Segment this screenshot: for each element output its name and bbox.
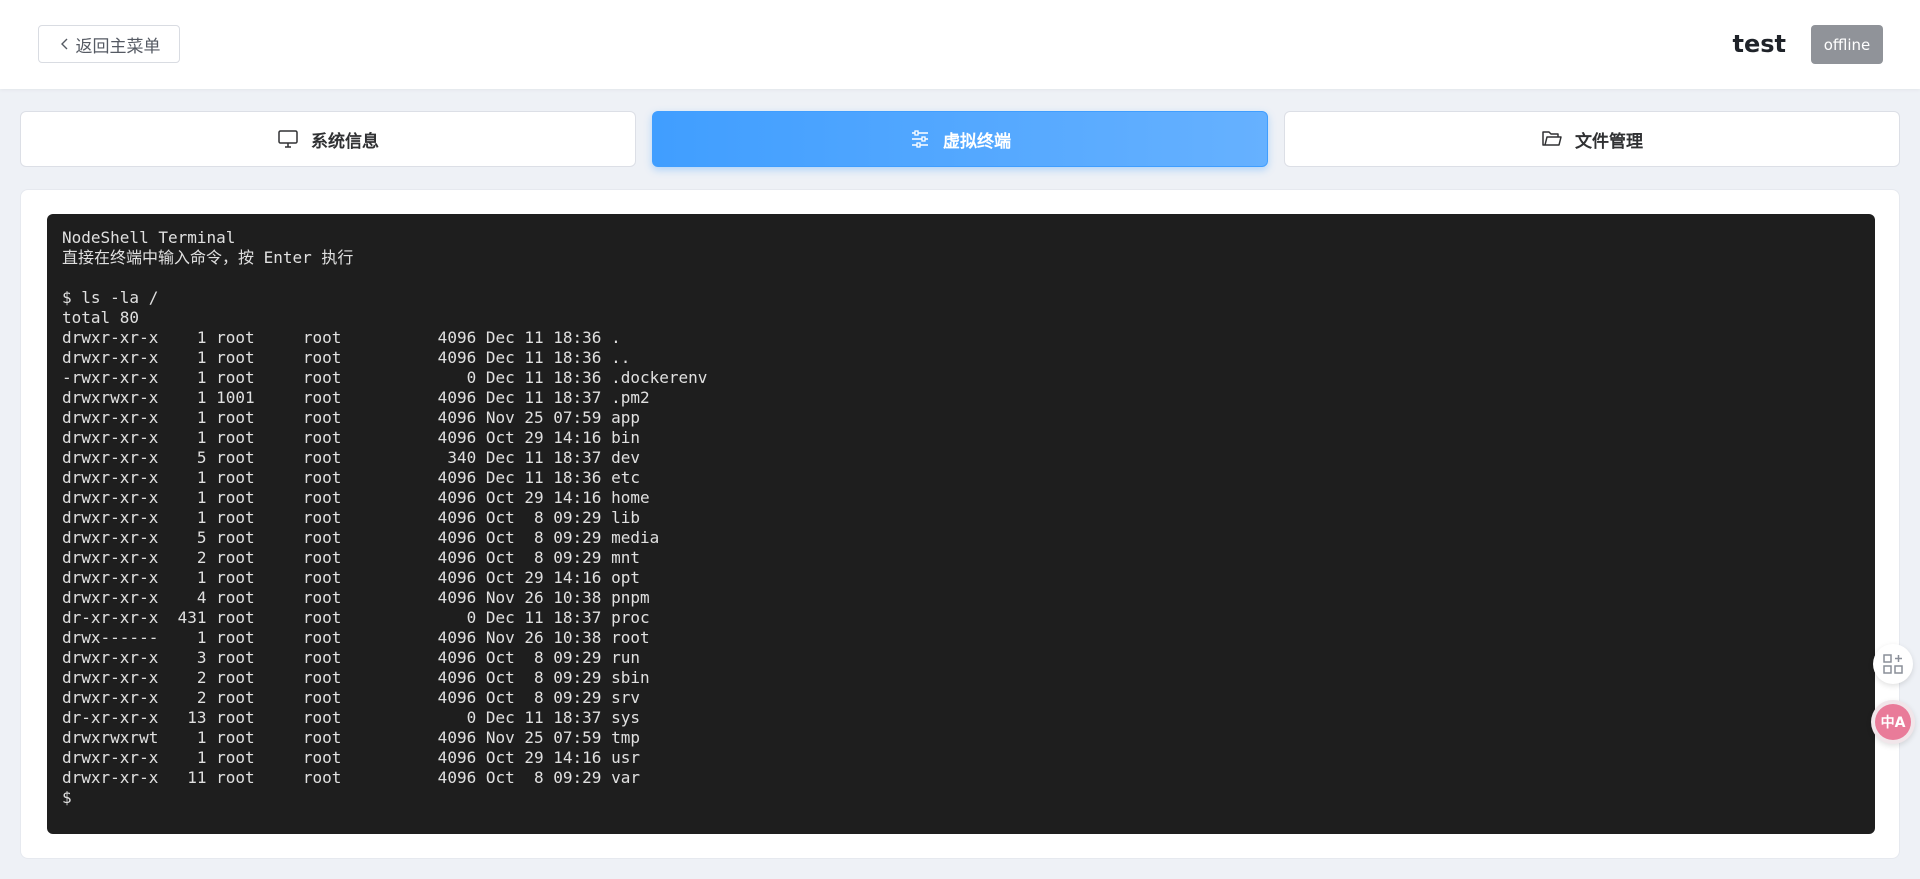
tab-label: 系统信息 — [311, 131, 379, 152]
tab-bar: 系统信息 虚拟终端 文件管理 — [20, 111, 1900, 167]
terminal-line: drwxr-xr-x 1 root root 4096 Dec 11 18:36… — [62, 328, 621, 347]
translate-icon: 中A — [1875, 704, 1911, 740]
folder-icon — [1542, 131, 1562, 146]
terminal-line: drwxr-xr-x 1 root root 4096 Oct 8 09:29 … — [62, 508, 640, 527]
server-name: test — [1732, 30, 1786, 58]
terminal-line: drwxr-xr-x 2 root root 4096 Oct 8 09:29 … — [62, 688, 640, 707]
terminal-line: drwxr-xr-x 1 root root 4096 Nov 25 07:59… — [62, 408, 640, 427]
tab-label: 虚拟终端 — [943, 131, 1011, 152]
terminal-line: drwxr-xr-x 1 root root 4096 Oct 29 14:16… — [62, 568, 640, 587]
terminal-line: drwxr-xr-x 1 root root 4096 Oct 29 14:16… — [62, 428, 640, 447]
add-apps-button[interactable] — [1873, 644, 1913, 684]
add-apps-icon — [1883, 654, 1903, 674]
tab-system-info[interactable]: 系统信息 — [20, 111, 636, 167]
terminal-line: $ ls -la / — [62, 288, 159, 307]
app-header: 返回主菜单 test offline — [0, 0, 1920, 89]
terminal-line: drwxrwxrwt 1 root root 4096 Nov 25 07:59… — [62, 728, 640, 747]
terminal-line: 直接在终端中输入命令，按 Enter 执行 — [62, 248, 354, 267]
terminal-panel: NodeShell Terminal 直接在终端中输入命令，按 Enter 执行 $… — [20, 189, 1900, 859]
tab-file-manager[interactable]: 文件管理 — [1284, 111, 1900, 167]
back-to-menu-button[interactable]: 返回主菜单 — [38, 25, 180, 63]
terminal-line: drwxr-xr-x 3 root root 4096 Oct 8 09:29 … — [62, 648, 640, 667]
terminal-line: drwxr-xr-x 1 root root 4096 Dec 11 18:36… — [62, 468, 640, 487]
tab-virtual-terminal[interactable]: 虚拟终端 — [652, 111, 1268, 167]
terminal-line: -rwxr-xr-x 1 root root 0 Dec 11 18:36 .d… — [62, 368, 708, 387]
translate-button[interactable]: 中A — [1871, 700, 1915, 744]
monitor-icon — [278, 130, 298, 148]
terminal-line: drwxr-xr-x 4 root root 4096 Nov 26 10:38… — [62, 588, 650, 607]
terminal-line: drwxr-xr-x 1 root root 4096 Oct 29 14:16… — [62, 488, 650, 507]
terminal-line: dr-xr-xr-x 13 root root 0 Dec 11 18:37 s… — [62, 708, 640, 727]
chevron-left-icon — [60, 38, 67, 50]
terminal-line: drwxrwxr-x 1 1001 root 4096 Dec 11 18:37… — [62, 388, 650, 407]
status-badge: offline — [1811, 25, 1883, 64]
terminal-line: drwxr-xr-x 2 root root 4096 Oct 8 09:29 … — [62, 548, 640, 567]
back-button-label: 返回主菜单 — [75, 36, 161, 57]
terminal-line: $ — [62, 788, 82, 807]
terminal-line: drwx------ 1 root root 4096 Nov 26 10:38… — [62, 628, 650, 647]
terminal-line: drwxr-xr-x 11 root root 4096 Oct 8 09:29… — [62, 768, 640, 787]
sliders-icon — [912, 130, 928, 148]
terminal-line: dr-xr-xr-x 431 root root 0 Dec 11 18:37 … — [62, 608, 650, 627]
terminal-line: drwxr-xr-x 1 root root 4096 Oct 29 14:16… — [62, 748, 640, 767]
terminal-line: total 80 — [62, 308, 140, 327]
terminal-line: NodeShell Terminal — [62, 228, 236, 247]
tab-label: 文件管理 — [1575, 131, 1643, 152]
terminal-line: drwxr-xr-x 2 root root 4096 Oct 8 09:29 … — [62, 668, 650, 687]
terminal-line: drwxr-xr-x 1 root root 4096 Dec 11 18:36… — [62, 348, 631, 367]
terminal-output[interactable]: NodeShell Terminal 直接在终端中输入命令，按 Enter 执行 $… — [47, 214, 1875, 834]
terminal-line: drwxr-xr-x 5 root root 340 Dec 11 18:37 … — [62, 448, 640, 467]
terminal-line: drwxr-xr-x 5 root root 4096 Oct 8 09:29 … — [62, 528, 660, 547]
